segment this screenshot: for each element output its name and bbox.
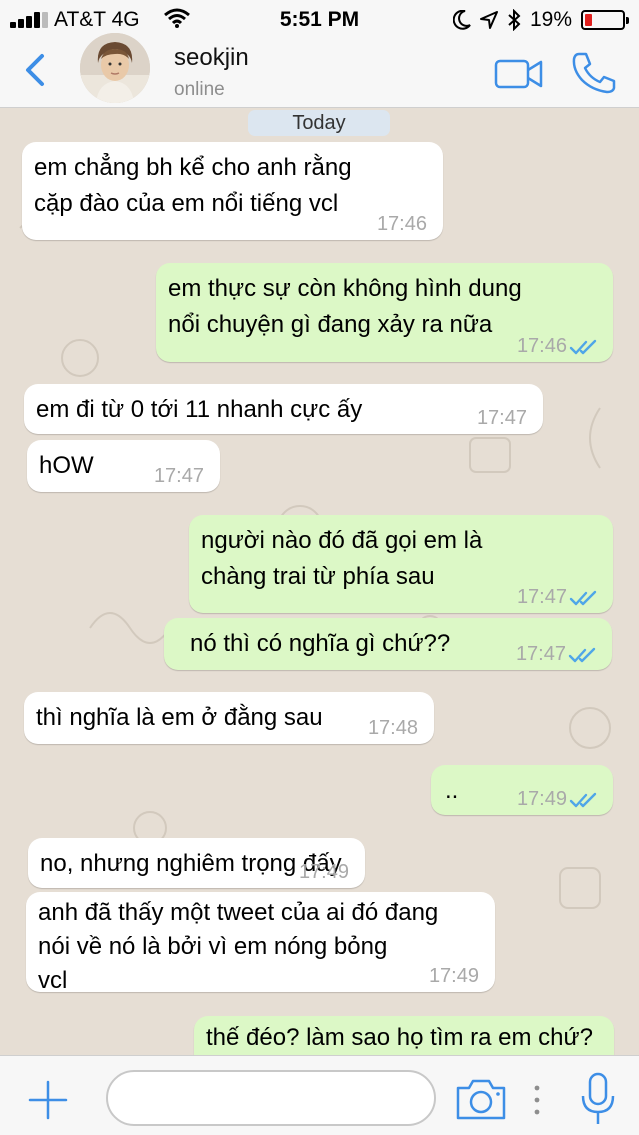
chat-area[interactable]: Today em chẳng bh kể cho anh rằng cặp đào… xyxy=(0,108,639,1055)
message-timestamp: 17:49 xyxy=(298,861,349,883)
message-bubble-outgoing[interactable]: người nào đó đã gọi em là chàng trai từ p… xyxy=(189,515,613,613)
read-double-tick-icon xyxy=(568,647,596,663)
read-double-tick-icon xyxy=(569,792,597,808)
battery-percent: 19% xyxy=(529,8,572,31)
message-bubble-outgoing[interactable]: .. 17:49 xyxy=(431,765,613,815)
message-text: anh đã thấy một tweet của ai đó đang nói … xyxy=(38,899,439,994)
message-composer xyxy=(0,1055,639,1135)
location-arrow-icon xyxy=(479,11,498,29)
message-timestamp: 17:48 xyxy=(367,717,418,739)
message-text: em đi từ 0 tới 11 nhanh cực ấy xyxy=(36,396,363,423)
message-timestamp: 17:47 xyxy=(515,643,566,665)
message-timestamp: 17:49 xyxy=(428,965,479,987)
date-separator: Today xyxy=(248,110,390,136)
message-bubble-outgoing[interactable]: thế đéo? làm sao họ tìm ra em chứ? xyxy=(194,1016,614,1055)
message-bubble-outgoing[interactable]: nó thì có nghĩa gì chứ?? 17:47 xyxy=(164,618,612,670)
message-timestamp: 17:47 xyxy=(516,586,567,608)
message-timestamp: 17:47 xyxy=(153,465,204,487)
message-bubble-incoming[interactable]: hOW 17:47 xyxy=(27,440,220,492)
message-bubble-incoming[interactable]: em chẳng bh kể cho anh rằng cặp đào của e… xyxy=(22,142,443,240)
message-text: em thực sự còn không hình dung nổi chuyện… xyxy=(168,275,522,338)
message-bubble-incoming[interactable]: em đi từ 0 tới 11 nhanh cực ấy 17:47 xyxy=(24,384,543,434)
chevron-left-icon[interactable] xyxy=(20,50,50,90)
message-timestamp: 17:46 xyxy=(516,335,567,357)
contact-name[interactable]: seokjin xyxy=(174,44,249,72)
message-timestamp: 17:47 xyxy=(476,407,527,429)
avatar[interactable] xyxy=(80,33,150,103)
message-text: em chẳng bh kể cho anh rằng cặp đào của e… xyxy=(34,154,352,217)
video-camera-icon[interactable] xyxy=(494,56,544,92)
more-dots-icon[interactable] xyxy=(532,1082,542,1118)
read-double-tick-icon xyxy=(569,339,597,355)
read-double-tick-icon xyxy=(569,590,597,606)
microphone-icon[interactable] xyxy=(576,1070,620,1128)
message-bubble-incoming[interactable]: thì nghĩa là em ở đằng sau 17:48 xyxy=(24,692,434,744)
message-text: thế đéo? làm sao họ tìm ra em chứ? xyxy=(206,1024,593,1051)
message-bubble-incoming[interactable]: no, nhưng nghiêm trọng đấy 17:49 xyxy=(28,838,365,888)
message-bubble-outgoing[interactable]: em thực sự còn không hình dung nổi chuyện… xyxy=(156,263,613,362)
battery-icon xyxy=(581,10,629,30)
message-timestamp: 17:46 xyxy=(376,213,427,235)
status-bar: AT&T 4G 5:51 PM 19% xyxy=(0,0,639,40)
message-bubble-incoming[interactable]: anh đã thấy một tweet của ai đó đang nói … xyxy=(26,892,495,994)
plus-icon[interactable] xyxy=(26,1078,70,1122)
chat-header: seokjin online xyxy=(0,33,639,108)
camera-icon[interactable] xyxy=(454,1076,508,1122)
phone-icon[interactable] xyxy=(570,50,618,94)
message-text: người nào đó đã gọi em là chàng trai từ p… xyxy=(201,527,483,590)
bluetooth-icon xyxy=(508,9,521,31)
message-timestamp: 17:49 xyxy=(516,788,567,810)
message-input[interactable] xyxy=(106,1070,436,1126)
message-text: thì nghĩa là em ở đằng sau xyxy=(36,704,323,731)
moon-icon xyxy=(452,10,471,30)
contact-status: online xyxy=(174,79,225,100)
